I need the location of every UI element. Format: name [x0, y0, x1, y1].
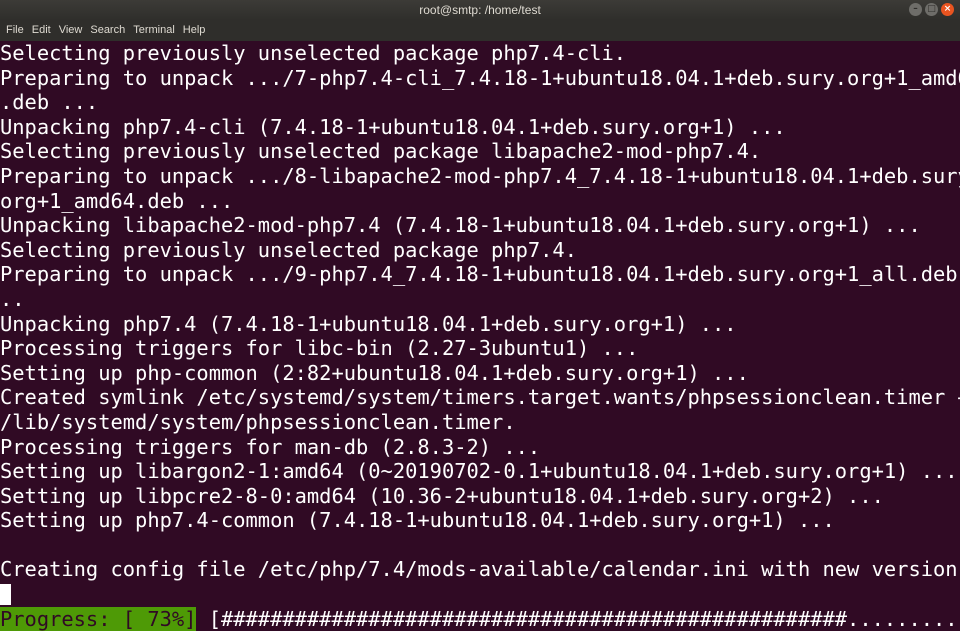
terminal-line: .deb ...: [0, 90, 99, 115]
window-controls: – □ ×: [909, 3, 954, 17]
progress-label: Progress: [ 73%]: [0, 606, 197, 631]
terminal-line: Setting up libpcre2-8-0:amd64 (10.36-2+u…: [0, 483, 884, 508]
menu-file[interactable]: File: [2, 20, 28, 41]
terminal-line: Setting up php-common (2:82+ubuntu18.04.…: [0, 360, 749, 385]
menu-edit[interactable]: Edit: [28, 20, 55, 41]
terminal-line: Selecting previously unselected package …: [0, 41, 627, 65]
terminal-line: Creating config file /etc/php/7.4/mods-a…: [0, 557, 958, 582]
terminal-line: ..: [0, 286, 25, 311]
menu-search[interactable]: Search: [86, 20, 129, 41]
text-cursor: [0, 584, 11, 606]
terminal-line: Unpacking php7.4-cli (7.4.18-1+ubuntu18.…: [0, 114, 786, 139]
terminal-line: Preparing to unpack .../8-libapache2-mod…: [0, 163, 960, 188]
close-button[interactable]: ×: [941, 3, 954, 16]
terminal-line: Selecting previously unselected package …: [0, 139, 762, 164]
terminal-line: Preparing to unpack .../7-php7.4-cli_7.4…: [0, 65, 960, 90]
terminal-line: Setting up php7.4-common (7.4.18-1+ubunt…: [0, 508, 835, 533]
terminal-output[interactable]: Selecting previously unselected package …: [0, 41, 960, 631]
terminal-line: Unpacking php7.4 (7.4.18-1+ubuntu18.04.1…: [0, 311, 737, 336]
terminal-line: Setting up libargon2-1:amd64 (0~20190702…: [0, 459, 958, 484]
terminal-window: root@smtp: /home/test – □ × File Edit Vi…: [0, 0, 960, 631]
menu-help[interactable]: Help: [179, 20, 210, 41]
terminal-line: Created symlink /etc/systemd/system/time…: [0, 385, 960, 410]
cursor-line: [0, 582, 960, 607]
window-title: root@smtp: /home/test: [419, 3, 541, 17]
menu-terminal[interactable]: Terminal: [129, 20, 179, 41]
menu-view[interactable]: View: [55, 20, 87, 41]
terminal-line: Selecting previously unselected package …: [0, 237, 577, 262]
terminal-line: org+1_amd64.deb ...: [0, 188, 234, 213]
terminal-line: Processing triggers for man-db (2.8.3-2)…: [0, 434, 541, 459]
minimize-button[interactable]: –: [909, 3, 922, 16]
progress-line: Progress: [ 73%] [######################…: [0, 606, 960, 631]
progress-bar: [#######################################…: [208, 606, 960, 631]
title-bar[interactable]: root@smtp: /home/test – □ ×: [0, 0, 960, 20]
menu-bar: File Edit View Search Terminal Help: [0, 20, 960, 41]
terminal-line: Preparing to unpack .../9-php7.4_7.4.18-…: [0, 262, 960, 287]
terminal-line: Processing triggers for libc-bin (2.27-3…: [0, 336, 639, 361]
maximize-button[interactable]: □: [925, 3, 938, 16]
terminal-line: /lib/systemd/system/phpsessionclean.time…: [0, 409, 516, 434]
terminal-line: Unpacking libapache2-mod-php7.4 (7.4.18-…: [0, 213, 921, 238]
